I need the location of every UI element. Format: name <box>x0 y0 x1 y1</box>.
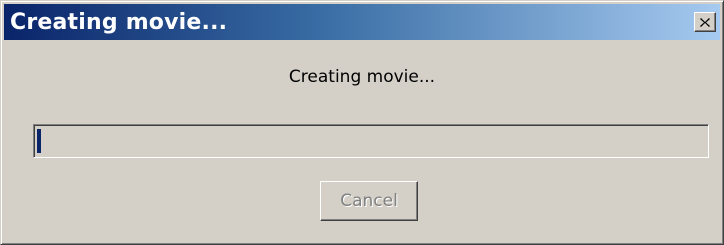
window-title: Creating movie... <box>10 9 228 35</box>
progress-bar <box>33 124 709 158</box>
close-icon <box>700 17 710 27</box>
status-message: Creating movie... <box>288 67 436 87</box>
cancel-button[interactable]: Cancel <box>320 181 418 221</box>
close-button[interactable] <box>694 12 716 32</box>
progress-dialog: Creating movie... Creating movie... Canc… <box>0 0 724 245</box>
progress-bar-fill <box>37 129 41 153</box>
title-bar[interactable]: Creating movie... <box>4 4 720 40</box>
